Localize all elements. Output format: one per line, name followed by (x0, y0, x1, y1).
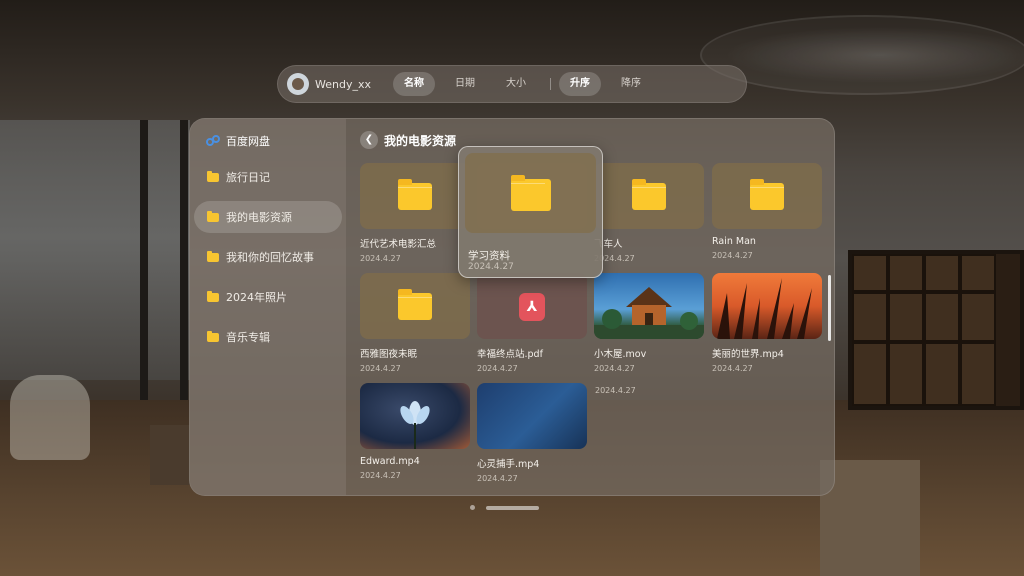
file-date: 2024.4.27 (477, 364, 518, 373)
app-name: 百度网盘 (226, 135, 270, 148)
file-tile[interactable]: 飞车人 2024.4.27 (594, 163, 704, 263)
sidebar-item-movie-resources[interactable]: 我的电影资源 (194, 201, 342, 233)
lotus-video-thumbnail (360, 383, 470, 449)
file-name: Edward.mp4 (360, 456, 420, 467)
folder-thumbnail (465, 153, 596, 233)
sidebar: 百度网盘 旅行日记 我的电影资源 我和你的回忆故事 2024年照片 音乐专辑 (190, 119, 346, 495)
sort-by-size-button[interactable]: 大小 (495, 72, 537, 96)
sidebar-item-travel-diary[interactable]: 旅行日记 (194, 161, 342, 193)
sidebar-item-memories[interactable]: 我和你的回忆故事 (194, 241, 342, 273)
brand: 百度网盘 (206, 133, 270, 149)
sidebar-item-label: 我和你的回忆故事 (226, 251, 314, 264)
folder-icon (511, 175, 551, 211)
background-sofa (150, 425, 190, 485)
scrollbar[interactable] (828, 275, 831, 341)
file-date: 2024.4.27 (477, 474, 518, 483)
page-title: 我的电影资源 (384, 134, 457, 148)
cabin-image (594, 287, 704, 339)
file-tile[interactable]: 美丽的世界.mp4 2024.4.27 (712, 273, 822, 373)
file-name: 幸福终点站.pdf (477, 349, 543, 360)
file-tile[interactable]: 心灵捕手.mp4 2024.4.27 (477, 383, 587, 483)
username: Wendy_xx (315, 77, 371, 91)
sidebar-item-music-albums[interactable]: 音乐专辑 (194, 321, 342, 353)
back-button[interactable]: ❮ (360, 131, 378, 149)
folder-thumbnail (594, 163, 704, 229)
grass-silhouette-image (717, 278, 812, 339)
window-frame (180, 120, 188, 410)
window-frame (140, 120, 148, 410)
file-date: 2024.4.27 (594, 254, 635, 263)
hovered-folder-card[interactable]: 学习资料 2024.4.27 (458, 146, 603, 278)
folder-icon (207, 330, 219, 342)
folder-icon (398, 289, 432, 320)
file-tile[interactable]: 西雅图夜未眠 2024.4.27 (360, 273, 470, 373)
file-date: 2024.4.27 (712, 364, 753, 373)
file-tile[interactable]: ⅄ 幸福终点站.pdf 2024.4.27 (477, 273, 587, 373)
lotus-image (400, 401, 430, 449)
file-name: 学习资料 (468, 250, 510, 262)
file-date: 2024.4.27 (712, 251, 753, 260)
file-name: 近代艺术电影汇总 (360, 239, 437, 250)
file-name: 心灵捕手.mp4 (477, 459, 540, 470)
file-name: 西雅图夜未眠 (360, 349, 418, 360)
sidebar-item-2024-photos[interactable]: 2024年照片 (194, 281, 342, 313)
folder-icon (632, 179, 666, 210)
file-date: 2024.4.27 (360, 254, 401, 263)
file-date: 2024.4.27 (360, 364, 401, 373)
ocean-video-thumbnail (477, 383, 587, 449)
ascending-button[interactable]: 升序 (559, 72, 601, 96)
file-date: 2024.4.27 (595, 386, 636, 395)
toolbar-divider (550, 78, 551, 90)
background-sofa (820, 460, 920, 576)
window-grab-bar[interactable] (486, 505, 539, 510)
folder-thumbnail (360, 163, 470, 229)
pdf-icon: ⅄ (519, 293, 545, 321)
sidebar-item-label: 我的电影资源 (226, 211, 292, 224)
file-date: 2024.4.27 (360, 471, 401, 480)
folder-thumbnail (712, 163, 822, 229)
folder-thumbnail (360, 273, 470, 339)
avatar[interactable] (287, 73, 309, 95)
cloud-logo-icon (206, 135, 222, 147)
folder-icon (398, 179, 432, 210)
background-window (0, 120, 190, 380)
sort-by-date-button[interactable]: 日期 (444, 72, 486, 96)
background-chair (10, 375, 90, 460)
ceiling-light (700, 15, 1024, 95)
file-tile[interactable]: 近代艺术电影汇总 2024.4.27 (360, 163, 470, 263)
file-tile[interactable]: Rain Man 2024.4.27 (712, 163, 822, 260)
sidebar-item-label: 音乐专辑 (226, 331, 270, 344)
pdf-thumbnail: ⅄ (477, 273, 587, 339)
window-pager (470, 505, 539, 510)
file-name: 美丽的世界.mp4 (712, 349, 784, 360)
file-date: 2024.4.27 (594, 364, 635, 373)
sort-by-name-button[interactable]: 名称 (393, 72, 435, 96)
folder-icon (207, 250, 219, 262)
pager-dot[interactable] (470, 505, 475, 510)
folder-icon (750, 179, 784, 210)
sidebar-item-label: 2024年照片 (226, 291, 287, 304)
sidebar-item-label: 旅行日记 (226, 171, 270, 184)
folder-icon (207, 210, 219, 222)
file-name: 小木屋.mov (594, 349, 647, 360)
file-tile[interactable]: Edward.mp4 2024.4.27 (360, 383, 470, 480)
sunset-video-thumbnail (712, 273, 822, 339)
sort-toolbar: Wendy_xx 名称 日期 大小 升序 降序 (277, 65, 747, 103)
file-name: 飞车人 (594, 239, 623, 250)
file-date: 2024.4.27 (468, 262, 514, 272)
file-tile[interactable]: 小木屋.mov 2024.4.27 (594, 273, 704, 373)
cabin-video-thumbnail (594, 273, 704, 339)
file-name: Rain Man (712, 236, 756, 247)
descending-button[interactable]: 降序 (610, 72, 652, 96)
background-bookshelf (848, 250, 1024, 410)
folder-icon (207, 170, 219, 182)
folder-icon (207, 290, 219, 302)
